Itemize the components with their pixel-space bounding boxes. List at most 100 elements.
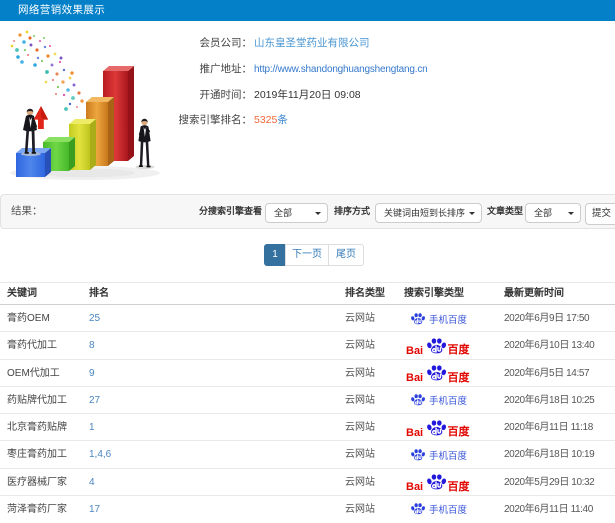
url-label: 推广地址： bbox=[162, 63, 252, 76]
rank-cell[interactable]: 1,4,6 bbox=[89, 441, 111, 468]
sort-select[interactable]: 关键词由短到长排序 bbox=[375, 203, 482, 223]
col-keyword: 关键词 bbox=[7, 283, 37, 305]
last-page-button[interactable]: 尾页 bbox=[328, 244, 364, 266]
rank-cell[interactable]: 4 bbox=[89, 469, 95, 496]
engine-mobile-baidu: 手机百度 bbox=[411, 305, 467, 332]
engine-filter-value: 全部 bbox=[274, 208, 292, 218]
baidu-logo-cn: 百度 bbox=[448, 345, 470, 356]
article-type-select[interactable]: 全部 bbox=[525, 203, 581, 223]
baidu-logo-bai: Bai bbox=[406, 346, 423, 356]
updated-cell: 2020年6月18日 10:19 bbox=[504, 441, 594, 468]
rank-cell[interactable]: 8 bbox=[89, 332, 95, 359]
baidu-paw-icon bbox=[411, 503, 425, 515]
col-engine-type: 搜索引擎类型 bbox=[404, 283, 464, 305]
info-row-rank-count: 搜索引擎排名：5325条 bbox=[162, 114, 288, 127]
top-section: 会员公司：山东皇圣堂药业有限公司 推广地址：http://www.shandon… bbox=[0, 21, 615, 194]
engine-baidu: Bai 百度 bbox=[406, 469, 481, 496]
open-time-label: 开通时间： bbox=[162, 89, 252, 102]
rank-type-cell: 云网站 bbox=[345, 441, 375, 468]
table-row: 医疗器械厂家 4 云网站 Bai 百度 2020年5月29日 10:32 bbox=[0, 469, 615, 496]
engine-label: 手机百度 bbox=[429, 393, 467, 407]
keyword-cell[interactable]: 药贴牌代加工 bbox=[7, 387, 67, 414]
engine-mobile-baidu: 手机百度 bbox=[411, 496, 467, 523]
table-row: OEM代加工 9 云网站 Bai 百度 2020年6月5日 14:57 bbox=[0, 360, 615, 387]
engine-baidu: Bai 百度 bbox=[406, 332, 481, 359]
rank-cell[interactable]: 25 bbox=[89, 305, 100, 332]
promo-url-link[interactable]: http://www.shandonghuangshengtang.cn bbox=[254, 64, 428, 75]
col-updated: 最新更新时间 bbox=[504, 283, 564, 305]
result-label: 结果： bbox=[11, 195, 43, 228]
rank-type-cell: 云网站 bbox=[345, 305, 375, 332]
rank-count-label: 搜索引擎排名： bbox=[162, 114, 252, 127]
keyword-cell[interactable]: 菏泽膏药厂家 bbox=[7, 496, 67, 523]
engine-label: 手机百度 bbox=[429, 312, 467, 326]
rank-type-cell: 云网站 bbox=[345, 496, 375, 523]
updated-cell: 2020年6月5日 14:57 bbox=[504, 360, 589, 387]
updated-cell: 2020年6月11日 11:18 bbox=[504, 414, 593, 441]
rank-type-cell: 云网站 bbox=[345, 469, 375, 496]
title-bar: 网络营销效果展示 bbox=[0, 0, 615, 21]
keyword-cell[interactable]: 膏药代加工 bbox=[7, 332, 57, 359]
baidu-paw-icon bbox=[427, 365, 446, 382]
baidu-logo-cn: 百度 bbox=[448, 427, 470, 438]
rank-cell[interactable]: 9 bbox=[89, 360, 95, 387]
baidu-paw-icon bbox=[411, 449, 425, 461]
marketing-illustration bbox=[0, 21, 175, 191]
results-table: 关键词 排名 排名类型 搜索引擎类型 最新更新时间 膏药OEM 25 云网站 手机百… bbox=[0, 282, 615, 523]
keyword-cell[interactable]: 膏药OEM bbox=[7, 305, 50, 332]
next-page-button[interactable]: 下一页 bbox=[285, 244, 329, 266]
chevron-down-icon bbox=[315, 212, 321, 215]
rank-type-cell: 云网站 bbox=[345, 360, 375, 387]
rank-count-unit: 条 bbox=[277, 114, 288, 126]
keyword-cell[interactable]: 医疗器械厂家 bbox=[7, 469, 67, 496]
sort-label: 排序方式 bbox=[334, 195, 370, 228]
keyword-cell[interactable]: 北京膏药贴牌 bbox=[7, 414, 67, 441]
rank-cell[interactable]: 17 bbox=[89, 496, 100, 523]
table-row: 膏药代加工8云网站Bai 百度2020年6月10日 13:40 bbox=[0, 332, 615, 359]
chevron-down-icon bbox=[568, 212, 574, 215]
company-link[interactable]: 山东皇圣堂药业有限公司 bbox=[254, 37, 370, 49]
article-type-label: 文章类型 bbox=[487, 195, 523, 228]
pagination: 1 下一页 尾页 bbox=[264, 244, 364, 266]
submit-button[interactable]: 提交 bbox=[585, 203, 615, 225]
table-row: 药贴牌代加工27云网站 手机百度2020年6月18日 10:25 bbox=[0, 387, 615, 414]
updated-cell: 2020年5月29日 10:32 bbox=[504, 469, 594, 496]
baidu-logo-bai: Bai bbox=[406, 373, 423, 383]
keyword-cell[interactable]: 枣庄膏药加工 bbox=[7, 441, 67, 468]
updated-cell: 2020年6月10日 13:40 bbox=[504, 332, 594, 359]
table-header-row: 关键词 排名 排名类型 搜索引擎类型 最新更新时间 bbox=[0, 283, 615, 305]
rank-type-cell: 云网站 bbox=[345, 414, 375, 441]
engine-mobile-baidu: 手机百度 bbox=[411, 387, 467, 414]
baidu-logo-bai: Bai bbox=[406, 482, 423, 492]
page-1-button[interactable]: 1 bbox=[264, 244, 286, 266]
baidu-paw-icon bbox=[411, 313, 425, 325]
keyword-cell[interactable]: OEM代加工 bbox=[7, 360, 60, 387]
baidu-paw-icon bbox=[427, 420, 446, 437]
table-row: 菏泽膏药厂家17云网站 手机百度2020年6月11日 11:40 bbox=[0, 496, 615, 523]
col-rank: 排名 bbox=[89, 283, 109, 305]
rank-count-number: 5325 bbox=[254, 114, 277, 126]
businessman-right bbox=[136, 119, 155, 169]
baidu-logo-cn: 百度 bbox=[448, 373, 470, 384]
engine-filter-select[interactable]: 全部 bbox=[265, 203, 328, 223]
chevron-down-icon bbox=[469, 212, 475, 215]
info-row-company: 会员公司：山东皇圣堂药业有限公司 bbox=[162, 37, 370, 50]
table-row: 北京膏药贴牌 1 云网站 Bai 百度 2020年6月11日 11:18 bbox=[0, 414, 615, 441]
table-body: 膏药OEM 25 云网站 手机百度 2020年6月9日 17:50 膏药代加工 8 云网站 B… bbox=[0, 305, 615, 523]
rank-cell[interactable]: 1 bbox=[89, 414, 95, 441]
engine-label: 手机百度 bbox=[429, 502, 467, 516]
table-row: 枣庄膏药加工 1,4,6 云网站 手机百度 2020年6月18日 10:19 bbox=[0, 441, 615, 468]
engine-filter-label: 分搜索引擎查看 bbox=[199, 195, 262, 228]
baidu-logo-bai: Bai bbox=[406, 428, 423, 438]
updated-cell: 2020年6月18日 10:25 bbox=[504, 387, 594, 414]
filter-bar: 结果： 分搜索引擎查看 全部 排序方式 关键词由短到长排序 文章类型 全部 提交 bbox=[0, 194, 615, 229]
info-row-open-time: 开通时间：2019年11月20日 09:08 bbox=[162, 89, 361, 102]
baidu-logo-cn: 百度 bbox=[448, 482, 470, 493]
sort-select-value: 关键词由短到长排序 bbox=[384, 208, 465, 218]
page-title: 网络营销效果展示 bbox=[18, 0, 105, 21]
article-type-value: 全部 bbox=[534, 208, 552, 218]
updated-cell: 2020年6月9日 17:50 bbox=[504, 305, 589, 332]
rank-cell[interactable]: 27 bbox=[89, 387, 100, 414]
engine-label: 手机百度 bbox=[429, 448, 467, 462]
info-row-url: 推广地址：http://www.shandonghuangshengtang.c… bbox=[162, 63, 428, 76]
